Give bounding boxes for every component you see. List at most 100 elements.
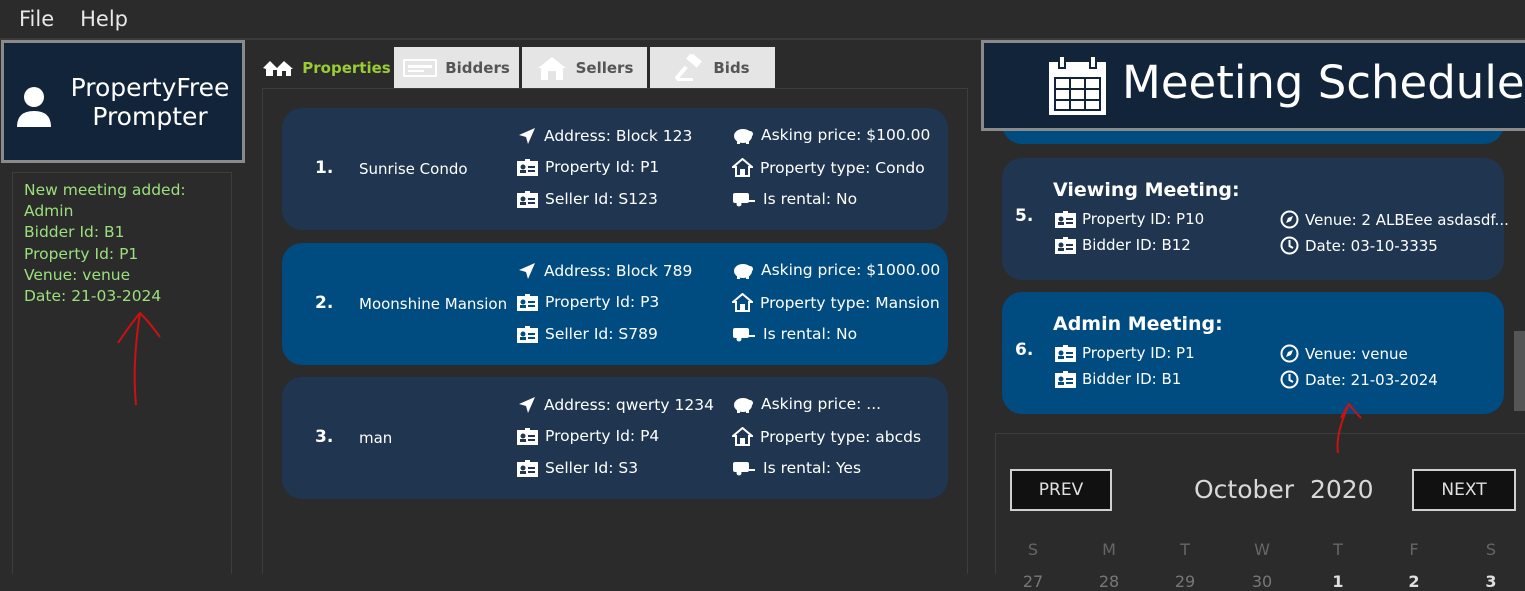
- id-card-icon: [517, 293, 538, 311]
- tab-bar: Properties Bidders Sellers Bids: [262, 47, 778, 88]
- calendar-date[interactable]: 1: [1318, 572, 1358, 591]
- location-pin-icon: [519, 128, 535, 144]
- weekday-label: W: [1254, 540, 1270, 559]
- tab-bids[interactable]: Bids: [650, 47, 775, 88]
- property-type-field: Property type: Condo: [732, 158, 925, 177]
- address-field: Address: Block 123: [517, 126, 692, 146]
- calendar-icon: [1049, 56, 1106, 115]
- property-id-field: Property Id: P1: [517, 158, 659, 176]
- meeting-schedule-header: Meeting Schedule: [981, 40, 1525, 131]
- compass-icon: [1280, 344, 1299, 363]
- property-type-field: Property type: abcds: [732, 427, 921, 446]
- meeting-index: 5.: [1015, 206, 1034, 226]
- weekday-label: M: [1102, 540, 1116, 559]
- property-card[interactable]: 2. Moonshine Mansion Address: Block 789 …: [282, 243, 948, 365]
- calendar-panel: PREV October 2020 NEXT S M T W T F S 27 …: [981, 425, 1525, 591]
- id-card-icon: [517, 427, 538, 445]
- calendar-date[interactable]: 30: [1242, 572, 1282, 591]
- id-card-icon: [1055, 236, 1076, 254]
- meeting-list[interactable]: Viewing Meeting: 5. Property ID: P10 Bid…: [981, 131, 1525, 425]
- meeting-bidder-id: Bidder ID: B1: [1055, 370, 1181, 388]
- tab-sellers[interactable]: Sellers: [522, 47, 647, 88]
- seller-id-field: Seller Id: S123: [517, 190, 658, 208]
- asking-price-field: Asking price: ...: [732, 395, 881, 413]
- meeting-venue: Venue: venue: [1280, 344, 1408, 363]
- menu-file[interactable]: File: [19, 7, 54, 31]
- weekday-label: T: [1180, 540, 1190, 559]
- meeting-schedule-title: Meeting Schedule: [1122, 56, 1525, 109]
- meeting-bidder-id: Bidder ID: B12: [1055, 236, 1191, 254]
- property-type-field: Property type: Mansion: [732, 293, 940, 312]
- tab-label: Properties: [302, 58, 391, 77]
- id-card-icon: [517, 325, 538, 343]
- meeting-title: Admin Meeting:: [1053, 313, 1223, 335]
- property-name: man: [359, 429, 393, 447]
- calendar-date[interactable]: 27: [1013, 572, 1053, 591]
- property-index: 2.: [315, 293, 334, 313]
- property-card[interactable]: 3. man Address: qwerty 1234 Property Id:…: [282, 377, 948, 499]
- meeting-card[interactable]: Admin Meeting: 6. Property ID: P1 Bidder…: [1002, 292, 1504, 414]
- is-rental-field: Is rental: Yes: [732, 459, 861, 477]
- meeting-card[interactable]: [1002, 131, 1504, 144]
- id-card-icon: [517, 158, 538, 176]
- property-name: Moonshine Mansion: [359, 295, 508, 313]
- menu-bar: File Help: [0, 0, 1525, 38]
- calendar-date[interactable]: 3: [1471, 572, 1511, 591]
- meeting-property-id: Property ID: P10: [1055, 210, 1204, 228]
- meeting-list-scrollbar[interactable]: [1514, 331, 1525, 411]
- tab-properties[interactable]: Properties: [262, 47, 391, 88]
- meeting-title: Viewing Meeting:: [1053, 179, 1240, 201]
- weekday-label: F: [1409, 540, 1419, 559]
- id-card-icon: [403, 58, 438, 77]
- center-panel: Properties Bidders Sellers Bids 1. Sunri…: [262, 40, 968, 574]
- piggy-bank-icon: [734, 264, 753, 279]
- next-month-button[interactable]: NEXT: [1412, 469, 1516, 511]
- houses-icon: [263, 60, 294, 76]
- command-result-display: New meeting added: Admin Bidder Id: B1 P…: [12, 172, 232, 574]
- meeting-index: 6.: [1015, 340, 1034, 360]
- property-id-field: Property Id: P3: [517, 293, 659, 311]
- calendar-month-label: October 2020: [1194, 475, 1374, 504]
- house-sign-icon: [537, 56, 566, 80]
- piggy-bank-icon: [734, 129, 753, 144]
- clock-icon: [1280, 236, 1299, 255]
- property-list[interactable]: 1. Sunrise Condo Address: Block 123 Prop…: [262, 88, 968, 574]
- is-rental-field: Is rental: No: [732, 325, 857, 343]
- id-card-icon: [1055, 210, 1076, 228]
- calendar-date[interactable]: 29: [1165, 572, 1205, 591]
- property-id-field: Property Id: P4: [517, 427, 659, 445]
- piggy-bank-icon: [734, 398, 753, 413]
- app-logo-panel: PropertyFree Prompter: [1, 40, 245, 163]
- house-icon: [732, 293, 753, 312]
- compass-icon: [1280, 210, 1299, 229]
- property-index: 1.: [315, 158, 334, 178]
- property-card[interactable]: 1. Sunrise Condo Address: Block 123 Prop…: [282, 108, 948, 230]
- id-card-icon: [1055, 370, 1076, 388]
- meeting-property-id: Property ID: P1: [1055, 344, 1195, 362]
- location-pin-icon: [519, 397, 535, 413]
- caravan-icon: [733, 193, 755, 207]
- prev-month-button[interactable]: PREV: [1010, 469, 1112, 511]
- calendar-view: PREV October 2020 NEXT S M T W T F S 27 …: [995, 433, 1525, 591]
- id-card-icon: [1055, 344, 1076, 362]
- seller-id-field: Seller Id: S789: [517, 325, 658, 343]
- result-line: Bidder Id: B1: [24, 223, 125, 242]
- tab-bidders[interactable]: Bidders: [394, 47, 519, 88]
- meeting-card[interactable]: Viewing Meeting: 5. Property ID: P10 Bid…: [1002, 158, 1509, 280]
- calendar-date[interactable]: 28: [1089, 572, 1129, 591]
- location-pin-icon: [519, 263, 535, 279]
- asking-price-field: Asking price: $100.00: [732, 126, 930, 144]
- tab-label: Bidders: [445, 58, 510, 77]
- house-icon: [732, 158, 753, 177]
- person-headset-icon: [17, 83, 51, 127]
- result-line: Venue: venue: [24, 265, 131, 284]
- address-field: Address: Block 789: [517, 261, 692, 281]
- tab-label: Sellers: [575, 58, 634, 77]
- house-icon: [732, 427, 753, 446]
- caravan-icon: [733, 328, 755, 342]
- weekday-label: S: [1485, 540, 1497, 559]
- tab-label: Bids: [713, 58, 750, 77]
- calendar-date[interactable]: 2: [1394, 572, 1434, 591]
- seller-id-field: Seller Id: S3: [517, 459, 638, 477]
- menu-help[interactable]: Help: [80, 7, 128, 31]
